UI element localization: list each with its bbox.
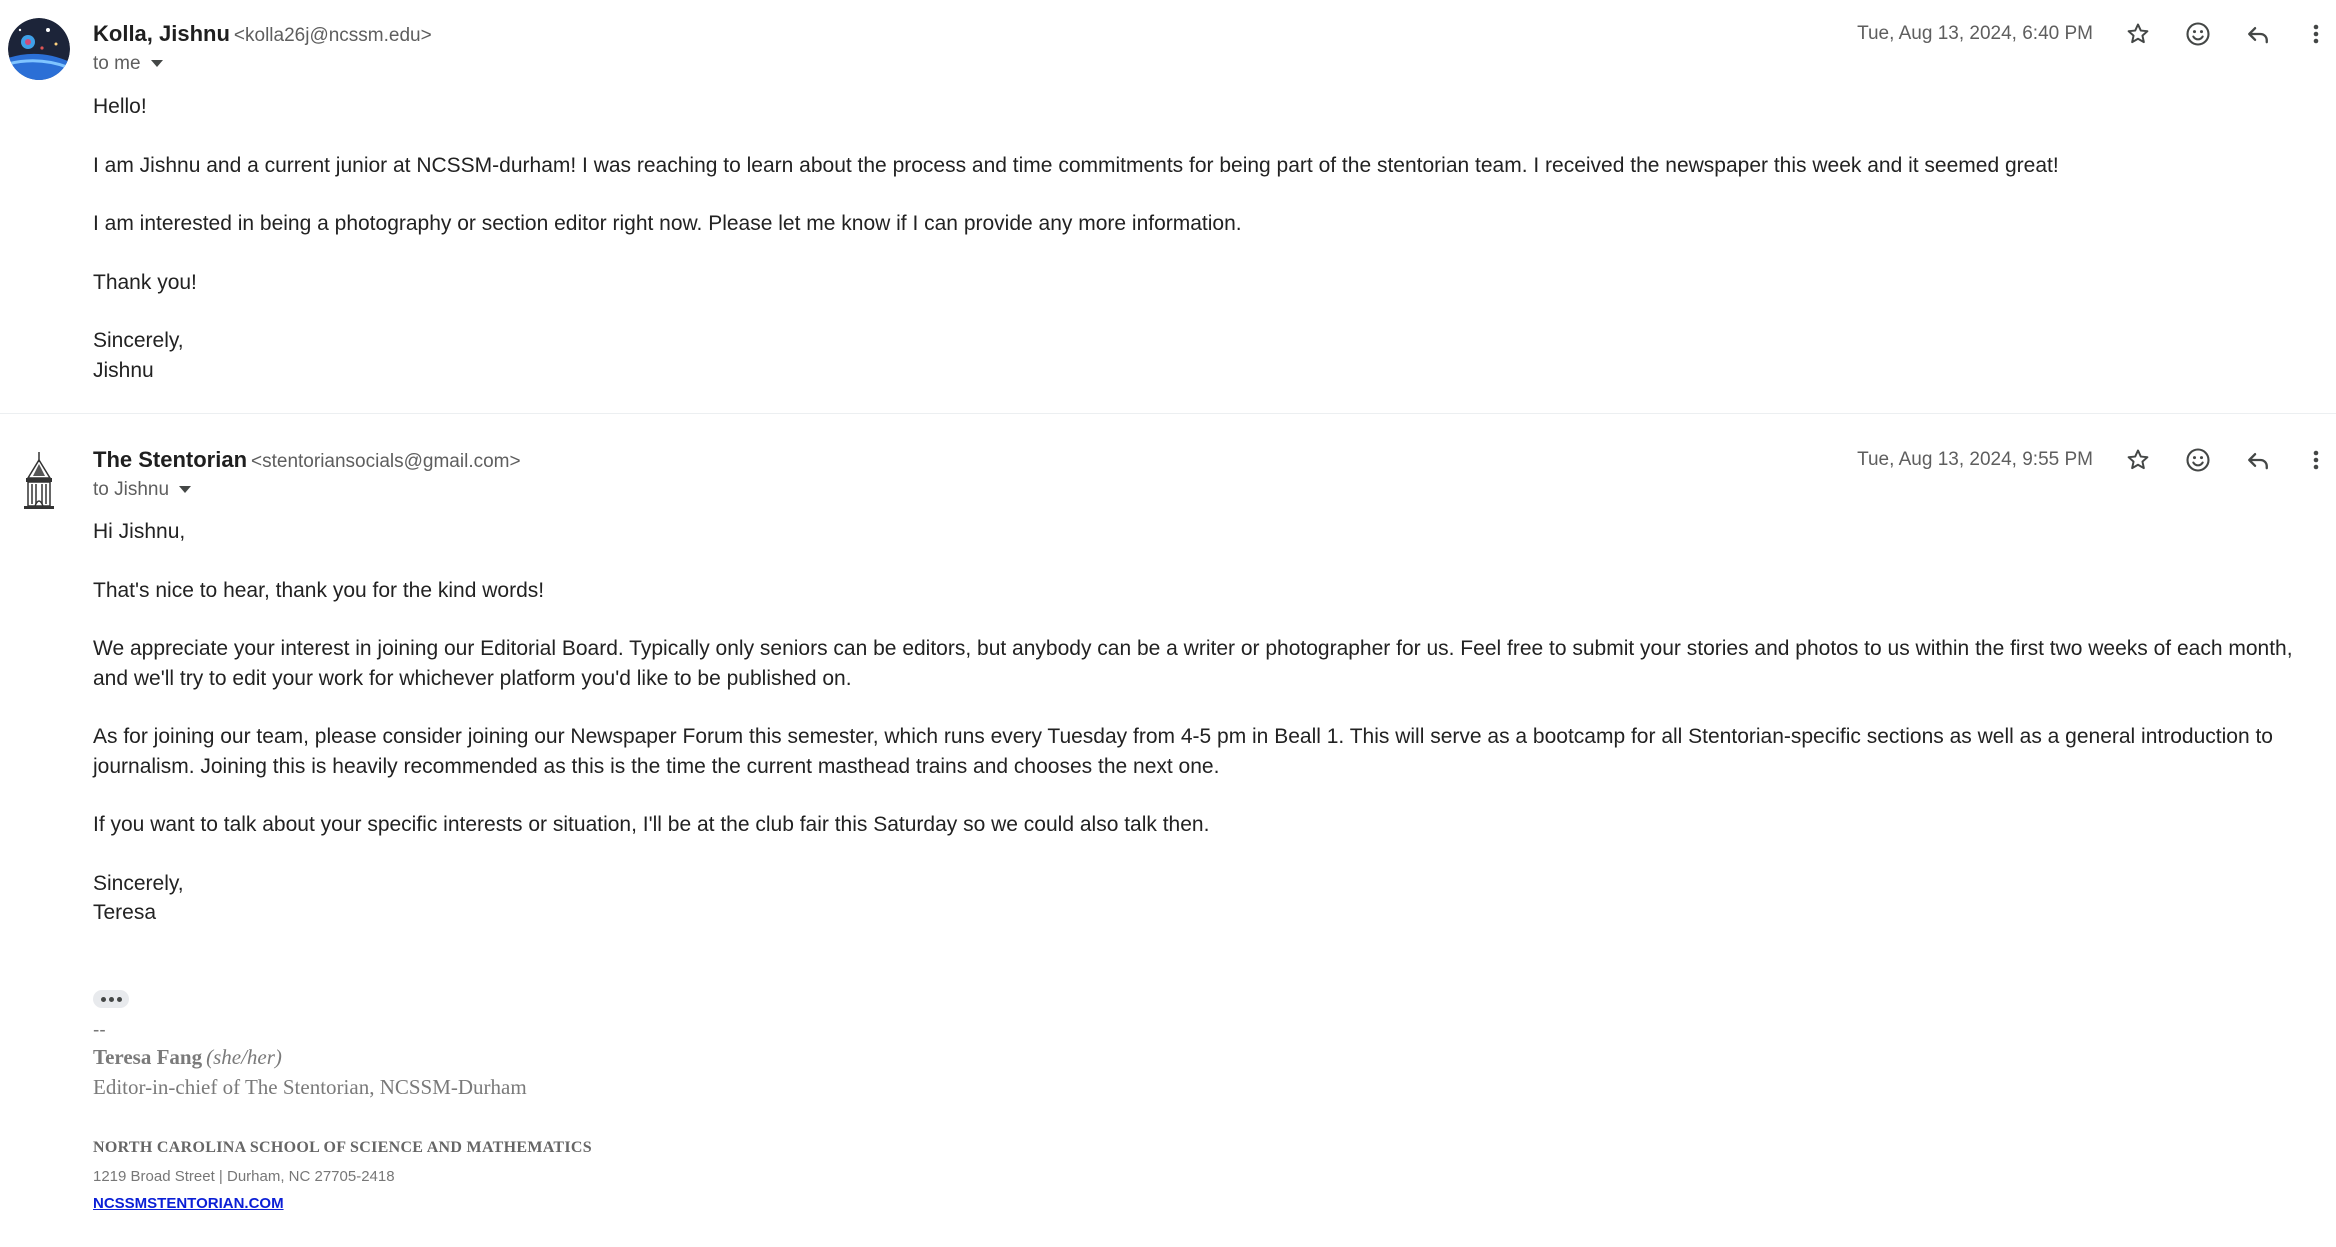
message-body: Hi Jishnu, That's nice to hear, thank yo…: [93, 517, 2323, 928]
body-paragraph: We appreciate your interest in joining o…: [93, 637, 2293, 690]
signature-address: 1219 Broad Street | Durham, NC 27705-241…: [93, 1168, 395, 1185]
reply-icon: [2248, 453, 2268, 470]
signature-pronouns: (she/her): [206, 1045, 282, 1069]
chevron-down-icon: [179, 486, 192, 494]
sender-name[interactable]: The Stentorian: [93, 447, 247, 472]
recipient-dropdown[interactable]: to Jishnu: [93, 478, 192, 502]
star-button[interactable]: [2118, 440, 2158, 480]
sender-email: <stentoriansocials@gmail.com>: [251, 451, 521, 472]
ellipsis-icon: [100, 996, 106, 1002]
body-paragraph: That's nice to hear, thank you for the k…: [93, 578, 545, 602]
sender-line: The Stentorian <stentoriansocials@gmail.c…: [93, 446, 521, 476]
more-vert-icon: [2313, 450, 2319, 470]
signature-name-line: Teresa Fang (she/her): [93, 1045, 282, 1070]
sender-avatar[interactable]: [14, 450, 64, 510]
tower-logo-icon: [24, 452, 54, 509]
message-date: Tue, Aug 13, 2024, 9:55 PM: [1857, 449, 2093, 470]
body-paragraph: Hi Jishnu,: [93, 520, 186, 543]
add-reaction-button[interactable]: [2178, 440, 2218, 480]
signature-name: Teresa Fang: [93, 1045, 203, 1069]
body-closing: Sincerely,: [93, 871, 184, 895]
body-sender-signoff: Teresa: [93, 901, 157, 924]
more-options-button[interactable]: [2296, 440, 2336, 480]
emoji-react-icon: [2186, 448, 2210, 472]
body-paragraph: As for joining our team, please consider…: [93, 725, 2273, 778]
signature-website-link[interactable]: NCSSMSTENTORIAN.COM: [93, 1195, 284, 1212]
body-paragraph: If you want to talk about your specific …: [93, 813, 1210, 836]
email-message-2: The Stentorian <stentoriansocials@gmail.c…: [0, 0, 2336, 1247]
signature-school: NORTH CAROLINA SCHOOL OF SCIENCE AND MAT…: [93, 1139, 592, 1156]
show-trimmed-content-button[interactable]: [93, 990, 129, 1008]
signature-title: Editor-in-chief of The Stentorian, NCSSM…: [93, 1075, 527, 1099]
reply-button[interactable]: [2238, 440, 2278, 480]
recipient-label: to Jishnu: [93, 479, 170, 500]
signature-separator: --: [93, 1020, 106, 1041]
star-icon: [2127, 449, 2149, 470]
